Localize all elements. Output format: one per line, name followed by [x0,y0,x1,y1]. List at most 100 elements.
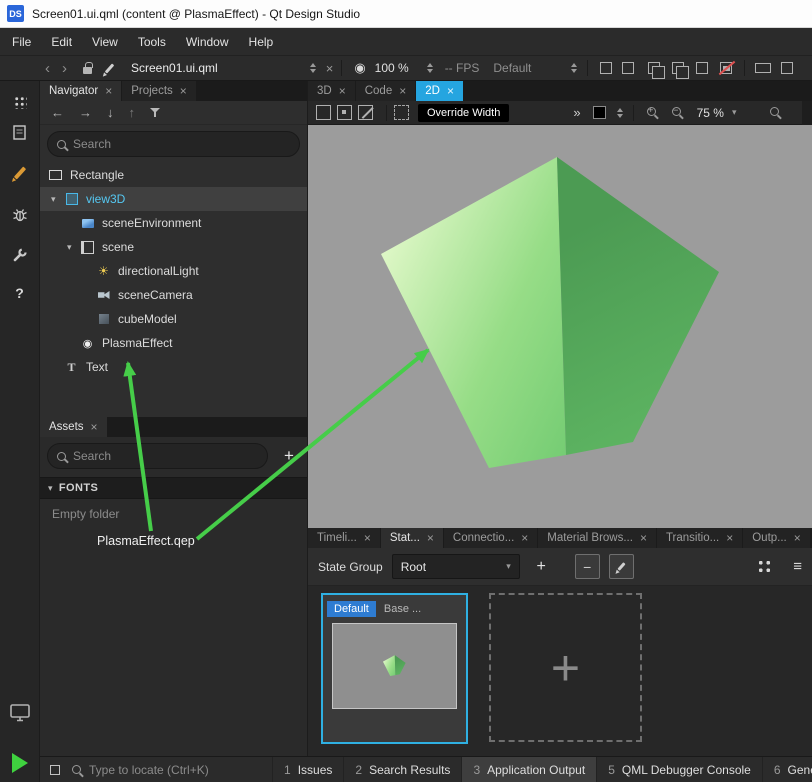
state-base-label[interactable]: Base ... [384,603,421,615]
document-mode-button[interactable] [0,117,39,149]
state-default-chip[interactable]: Default [327,601,376,617]
menu-edit[interactable]: Edit [41,28,82,56]
locator[interactable] [72,763,264,777]
tab-code[interactable]: Code × [356,81,417,101]
assets-search[interactable] [47,443,268,469]
tab-assets[interactable]: Assets × [40,417,108,437]
chevron-down-icon[interactable]: ▾ [51,194,64,205]
tab-3d[interactable]: 3D × [308,81,356,101]
panel-search-results[interactable]: 2 Search Results [343,757,461,782]
close-icon[interactable]: × [91,421,98,433]
rename-state-group-button[interactable] [609,554,634,579]
zoom-target-icon[interactable]: ◉ [354,60,365,76]
zoom-spinner-icon[interactable] [427,63,433,73]
close-icon[interactable]: × [364,532,371,544]
form-editor-canvas[interactable] [308,125,812,528]
navigator-search-input[interactable] [73,137,290,151]
snapping-icon[interactable] [394,105,409,120]
filter-icon[interactable] [150,107,162,119]
add-state-group-button[interactable]: + [529,554,554,579]
tab-projects[interactable]: Projects × [122,81,197,101]
kit-selector-button[interactable] [0,697,39,729]
zoom-fit-button[interactable] [768,104,785,121]
tab-material-browser[interactable]: Material Brows... × [538,528,657,548]
tree-item-scene[interactable]: ▾ scene [40,235,307,259]
assets-search-input[interactable] [73,449,258,463]
move-backwards-icon[interactable]: ← [51,105,64,120]
canvas-zoom-label[interactable]: 75 % [697,106,724,120]
close-icon[interactable]: × [427,532,434,544]
tab-output[interactable]: Outp... × [743,528,811,548]
edit-document-icon[interactable] [105,63,115,73]
menu-help[interactable]: Help [239,28,284,56]
state-thumbnail[interactable] [332,623,457,709]
zoom-out-button[interactable] [670,104,687,121]
keyboard-icon[interactable] [755,63,771,73]
fps-value[interactable]: Default [493,61,531,75]
add-state-tile[interactable]: + [489,593,642,742]
override-width-button[interactable]: Override Width [418,104,509,122]
close-icon[interactable]: × [794,532,801,544]
menu-view[interactable]: View [82,28,128,56]
menu-window[interactable]: Window [176,28,239,56]
tools-button[interactable] [0,239,39,271]
camera-off-icon[interactable] [720,62,732,74]
navigator-search[interactable] [47,131,300,157]
close-file-icon[interactable]: × [326,62,334,75]
close-icon[interactable]: × [399,85,406,97]
move-forwards-icon[interactable]: → [79,105,92,120]
current-file-label[interactable]: Screen01.ui.qml [131,61,218,75]
state-card-default[interactable]: Default Base ... [321,593,468,744]
tree-item-plasmaeffect[interactable]: ◉ PlasmaEffect [40,331,307,355]
toolbar-overflow-icon[interactable]: » [573,105,580,120]
help-button[interactable]: ? [0,277,39,309]
close-icon[interactable]: × [640,532,647,544]
annotation-tool-icon[interactable] [600,62,612,74]
stop-icon[interactable] [50,765,60,775]
copy-icon[interactable] [648,62,660,74]
remove-state-group-button[interactable]: − [575,554,600,579]
paste-icon[interactable] [672,62,684,74]
close-icon[interactable]: × [447,85,454,97]
zoom-in-button[interactable] [645,104,662,121]
tab-connections[interactable]: Connectio... × [444,528,538,548]
tree-item-view3d[interactable]: ▾ view3D [40,187,307,211]
tree-item-rectangle[interactable]: Rectangle [40,163,307,187]
forward-icon[interactable]: › [62,61,67,76]
move-up-icon[interactable]: ↑ [129,105,136,120]
select-items-tool-icon[interactable] [337,105,352,120]
close-icon[interactable]: × [105,85,112,97]
tree-item-directionallight[interactable]: ☀ directionalLight [40,259,307,283]
close-icon[interactable]: × [726,532,733,544]
fonts-section-header[interactable]: ▾ FONTS [40,477,307,499]
chevron-down-icon[interactable]: ▾ [67,242,80,253]
run-button[interactable] [0,747,39,779]
tab-2d[interactable]: 2D × [416,81,464,101]
close-icon[interactable]: × [339,85,346,97]
move-down-icon[interactable]: ↓ [107,105,114,120]
add-asset-button[interactable]: + [278,446,300,466]
thumbnail-view-icon[interactable] [757,559,772,574]
canvas-color-swatch[interactable] [593,106,606,119]
panel-general[interactable]: 6 General [762,757,812,782]
panel-application-output[interactable]: 3 Application Output [461,757,596,782]
tree-item-scenecamera[interactable]: sceneCamera [40,283,307,307]
close-icon[interactable]: × [521,532,528,544]
fps-spinner-icon[interactable] [571,63,577,73]
frame-icon[interactable] [696,62,708,74]
list-view-icon[interactable]: ≡ [793,558,802,575]
panel-qml-debugger[interactable]: 5 QML Debugger Console [596,757,762,782]
zoom-level-label[interactable]: 100 % [375,61,409,75]
menu-tools[interactable]: Tools [128,28,176,56]
tree-item-cubemodel[interactable]: cubeModel [40,307,307,331]
device-icon[interactable] [781,62,793,74]
tab-navigator[interactable]: Navigator × [40,81,122,101]
canvas-spinner-icon[interactable] [617,108,623,118]
tree-item-sceneenvironment[interactable]: sceneEnvironment [40,211,307,235]
tree-item-text[interactable]: T Text [40,355,307,379]
close-icon[interactable]: × [180,85,187,97]
menu-file[interactable]: File [2,28,41,56]
debug-mode-button[interactable] [0,199,39,231]
views-button[interactable] [0,86,39,118]
design-mode-button[interactable] [0,157,39,189]
